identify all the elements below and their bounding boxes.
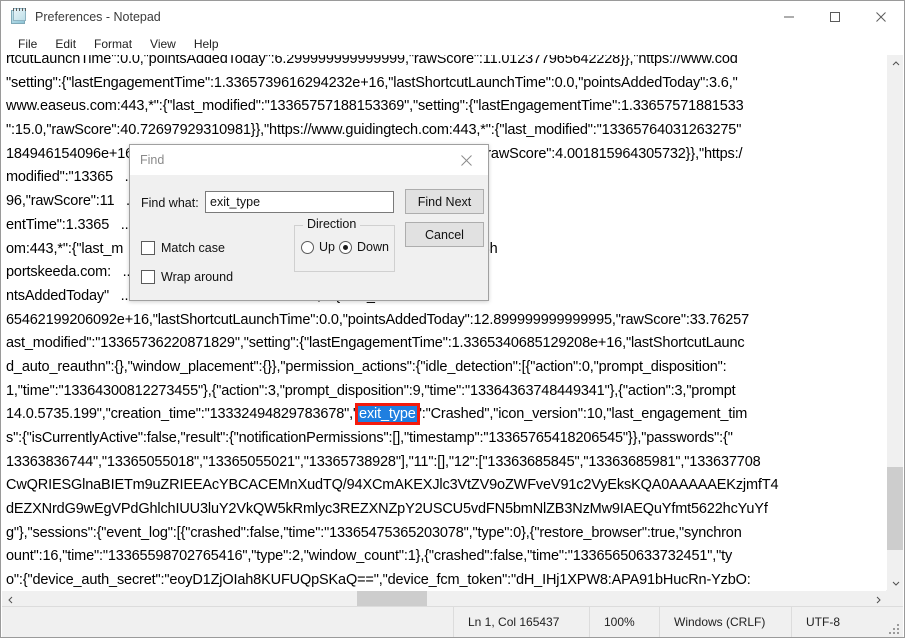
chevron-right-icon[interactable] [869, 591, 886, 607]
scrollbar-corner [886, 590, 903, 607]
chevron-left-icon[interactable] [2, 591, 19, 607]
direction-up-option[interactable]: Up [301, 240, 335, 254]
text-editor-area: rtcutLaunchTime":0.0,"pointsAddedToday":… [2, 55, 903, 607]
match-case-label: Match case [161, 241, 225, 255]
text-line: ast_modified":"13365736220871829","setti… [6, 335, 745, 352]
maximize-button[interactable] [812, 1, 858, 32]
text-line: g"},"sessions":{"event_log":[{"crashed":… [6, 524, 742, 541]
text-line: ":15.0,"rawScore":40.72697929310981}},"h… [6, 122, 742, 139]
text-line: rtcutLaunchTime":0.0,"pointsAddedToday":… [6, 55, 738, 67]
zoom-level: 100% [589, 606, 659, 637]
menu-edit[interactable]: Edit [46, 34, 85, 54]
window-title: Preferences - Notepad [35, 9, 161, 24]
text-line: d_auto_reauthn":{},"window_placement":{}… [6, 358, 727, 375]
find-what-label: Find what: [141, 196, 199, 210]
menu-file[interactable]: File [9, 34, 46, 54]
resize-grip[interactable] [888, 622, 900, 634]
text-line: o":{"device_auth_secret":"eoyD1ZjOIah8KU… [6, 572, 751, 589]
text-segment: 14.0.5735.199","creation_time":"13332494… [6, 406, 359, 423]
chevron-down-icon[interactable] [887, 574, 903, 591]
text-content[interactable]: rtcutLaunchTime":0.0,"pointsAddedToday":… [2, 55, 886, 591]
direction-legend: Direction [303, 217, 361, 231]
find-next-button[interactable]: Find Next [405, 189, 484, 214]
wrap-around-checkbox[interactable] [141, 270, 155, 284]
menu-help[interactable]: Help [185, 34, 228, 54]
minimize-button[interactable] [766, 1, 812, 32]
menu-bar: File Edit Format View Help [1, 32, 904, 55]
find-dialog: Find Find what: Find Next Cancel Directi… [129, 144, 489, 301]
find-dialog-title: Find [140, 153, 165, 167]
text-line: 13363836744","13365055018","13365055021"… [6, 453, 761, 470]
line-ending: Windows (CRLF) [659, 606, 791, 637]
horizontal-scroll-thumb[interactable] [357, 591, 427, 607]
text-line: "setting":{"lastEngagementTime":1.336573… [6, 74, 738, 91]
direction-down-label: Down [357, 240, 389, 254]
text-line: 1,"time":"13364300812273455"},{"action":… [6, 382, 736, 399]
text-line: s":{"isCurrentlyActive":false,"result":{… [6, 430, 733, 446]
vertical-scroll-thumb[interactable] [887, 467, 903, 550]
text-line: 14.0.5735.199","creation_time":"13332494… [6, 403, 885, 427]
text-segment: ":"Crashed","icon_version":10,"last_enga… [416, 406, 748, 423]
search-match-highlight: exit_type [355, 403, 420, 426]
title-bar: Preferences - Notepad [1, 1, 904, 32]
cancel-button[interactable]: Cancel [405, 222, 484, 247]
text-line: 65462199206092e+16,"lastShortcutLaunchTi… [6, 311, 749, 328]
radio-down-icon[interactable] [339, 240, 352, 254]
find-what-input[interactable] [205, 191, 394, 213]
notepad-icon [10, 8, 27, 25]
wrap-around-option[interactable]: Wrap around [141, 270, 233, 284]
notepad-window: Preferences - Notepad File Edit Format V… [0, 0, 905, 638]
direction-up-label: Up [319, 240, 335, 254]
match-case-checkbox[interactable] [141, 241, 155, 255]
wrap-around-label: Wrap around [161, 270, 234, 284]
chevron-up-icon[interactable] [887, 55, 903, 72]
direction-group: Direction Up Down [294, 217, 395, 272]
match-case-option[interactable]: Match case [141, 241, 225, 255]
encoding: UTF-8 [791, 606, 903, 637]
window-controls [766, 1, 904, 32]
close-button[interactable] [858, 1, 904, 32]
direction-down-option[interactable]: Down [339, 240, 389, 254]
cursor-position: Ln 1, Col 165437 [453, 606, 589, 637]
vertical-scrollbar[interactable] [886, 55, 903, 591]
find-dialog-title-bar: Find [130, 145, 488, 175]
find-dialog-body: Find what: Find Next Cancel Direction Up… [130, 175, 488, 301]
text-line: dEZXNrdG9wEgVPdGhlchIUU3luY2VkQW5kRmlyc3… [6, 501, 768, 518]
radio-up-icon[interactable] [301, 240, 314, 254]
menu-view[interactable]: View [141, 34, 185, 54]
status-bar: Ln 1, Col 165437 100% Windows (CRLF) UTF… [2, 606, 903, 637]
menu-format[interactable]: Format [85, 34, 141, 54]
close-icon[interactable] [444, 145, 488, 175]
text-line: ount":16,"time":"13365598702765416","typ… [6, 548, 733, 565]
text-line: CwQRIESGlnaBIETm9uZRIEEAcYBCACEMnXudTQ/9… [6, 477, 779, 494]
horizontal-scrollbar[interactable] [2, 590, 886, 607]
text-line: www.easeus.com:443,*":{"last_modified":"… [6, 98, 744, 115]
